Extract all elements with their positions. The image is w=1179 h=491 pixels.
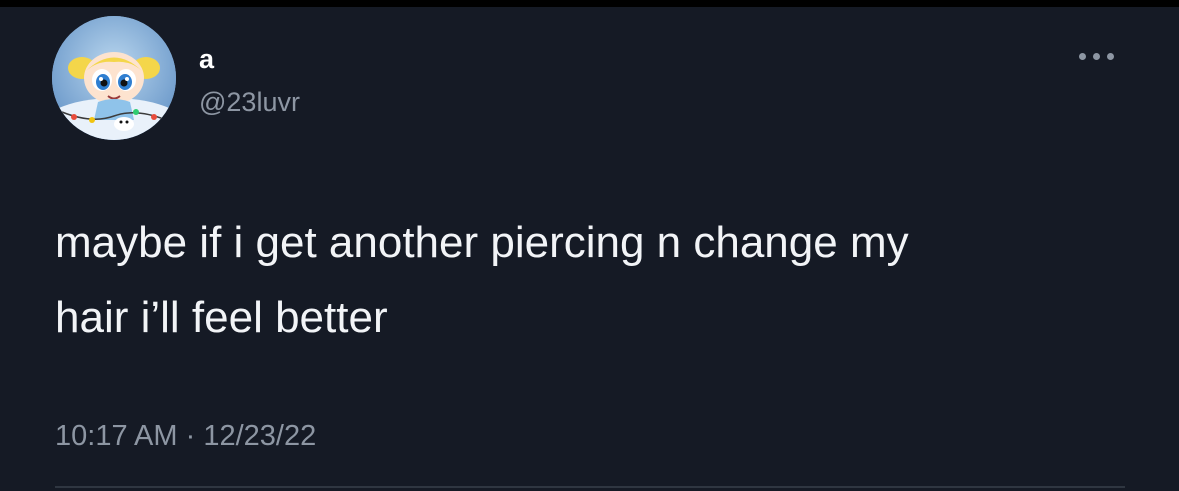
more-horizontal-icon-dot [1078,52,1086,60]
tweet-text: maybe if i get another piercing n change… [55,218,909,342]
avatar[interactable] [52,16,176,140]
more-horizontal-icon-dot [1106,52,1114,60]
timestamp-separator: · [185,420,196,452]
tweet-card: a @23luvr maybe if i get another piercin… [0,0,1179,491]
tweet-date[interactable]: 12/23/22 [203,420,316,452]
bubbles-cartoon-avatar-icon [52,16,176,140]
more-horizontal-icon-dot [1092,52,1100,60]
bottom-divider [55,486,1125,488]
author-display-name[interactable]: a [199,43,214,75]
top-edge-strip [0,0,1179,7]
author-handle[interactable]: @23luvr [199,86,300,118]
tweet-timestamp: 10:17 AM · 12/23/22 [55,419,316,453]
more-options-button[interactable] [1064,40,1128,72]
tweet-time[interactable]: 10:17 AM [55,420,178,452]
